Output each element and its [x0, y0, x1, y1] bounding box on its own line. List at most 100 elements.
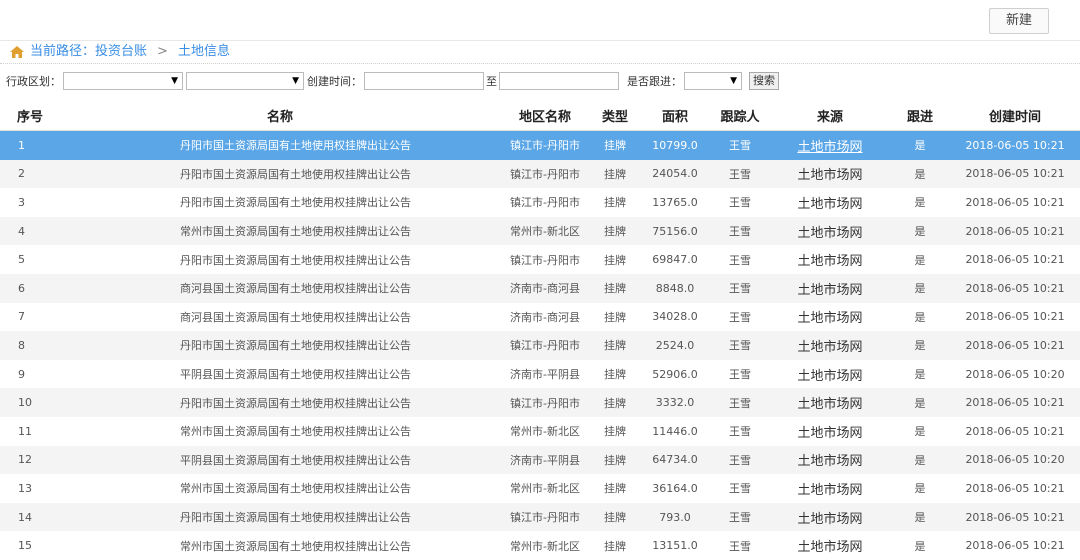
region-label: 行政区划： — [6, 75, 61, 88]
table-row[interactable]: 15 常州市国土资源局国有土地使用权挂牌出让公告 常州市-新北区 挂牌 13151.0 王… — [0, 531, 1080, 560]
filter-bar: 行政区划： ▼ ▼ 创建时间： 至 是否跟进： ▼ 搜索 — [0, 68, 1080, 94]
cell-index: 14 — [0, 502, 60, 532]
cell-tracker: 王雪 — [729, 482, 751, 496]
cell-created: 2018-06-05 10:20 — [965, 367, 1065, 381]
header-name[interactable]: 名称 — [60, 100, 500, 131]
header-area[interactable]: 面积 — [640, 100, 710, 131]
cell-source[interactable]: 土地市场网 — [770, 502, 890, 532]
chevron-down-icon: ▼ — [292, 76, 299, 86]
header-index[interactable]: 序号 — [0, 100, 60, 131]
new-button[interactable]: 新建 — [989, 8, 1049, 34]
cell-follow: 是 — [890, 130, 950, 160]
header-created[interactable]: 创建时间 — [950, 100, 1080, 131]
cell-source[interactable]: 土地市场网 — [770, 388, 890, 417]
cell-follow: 是 — [914, 368, 926, 382]
chevron-down-icon: ▼ — [171, 76, 178, 86]
cell-source[interactable]: 土地市场网 — [770, 417, 890, 446]
table-row[interactable]: 2 丹阳市国土资源局国有土地使用权挂牌出让公告 镇江市-丹阳市 挂牌 24054.0 王雪… — [0, 159, 1080, 189]
cell-index: 12 — [0, 445, 60, 475]
cell-type: 挂牌 — [604, 310, 626, 324]
cell-tracker: 王雪 — [729, 310, 751, 324]
cell-area: 2524.0 — [640, 331, 710, 360]
cell-source[interactable]: 土地市场网 — [770, 159, 890, 189]
cell-created: 2018-06-05 10:21 — [965, 253, 1065, 267]
cell-source[interactable]: 土地市场网 — [770, 245, 890, 274]
cell-source[interactable]: 土地市场网 — [770, 360, 890, 389]
table-row[interactable]: 12 平阴县国土资源局国有土地使用权挂牌出让公告 济南市-平阴县 挂牌 64734.0 王… — [0, 445, 1080, 475]
header-type[interactable]: 类型 — [590, 100, 640, 131]
cell-type: 挂牌 — [590, 388, 640, 417]
cell-follow: 是 — [890, 331, 950, 360]
province-select[interactable]: ▼ — [63, 72, 183, 90]
cell-index: 15 — [18, 539, 32, 553]
cell-area: 36164.0 — [652, 481, 698, 495]
cell-follow: 是 — [914, 539, 926, 553]
table-row[interactable]: 8 丹阳市国土资源局国有土地使用权挂牌出让公告 镇江市-丹阳市 挂牌 2524.0 王雪土… — [0, 331, 1080, 360]
to-label: 至 — [486, 75, 497, 88]
cell-source[interactable]: 土地市场网 — [770, 474, 890, 503]
table-row[interactable]: 13 常州市国土资源局国有土地使用权挂牌出让公告 常州市-新北区 挂牌 36164.0 王… — [0, 474, 1080, 503]
cell-created: 2018-06-05 10:21 — [965, 424, 1065, 438]
created-start-input[interactable] — [364, 72, 484, 90]
breadcrumb-item-ledger[interactable]: 投资台账 — [95, 41, 147, 63]
cell-name: 丹阳市国土资源局国有土地使用权挂牌出让公告 — [180, 196, 411, 210]
cell-tracker: 王雪 — [710, 502, 770, 532]
table-row[interactable]: 9 平阴县国土资源局国有土地使用权挂牌出让公告 济南市-平阴县 挂牌 52906.0 王雪… — [0, 360, 1080, 389]
cell-source[interactable]: 土地市场网 — [770, 216, 890, 246]
created-end-input[interactable] — [499, 72, 619, 90]
cell-source[interactable]: 土地市场网 — [770, 303, 890, 332]
header-region[interactable]: 地区名称 — [500, 100, 590, 131]
cell-area: 3332.0 — [640, 388, 710, 417]
cell-source[interactable]: 土地市场网 — [770, 331, 890, 360]
breadcrumb: 当前路径： 投资台账 > 土地信息 — [0, 40, 1080, 64]
cell-index: 5 — [18, 253, 25, 267]
table-row[interactable]: 14 丹阳市国土资源局国有土地使用权挂牌出让公告 镇江市-丹阳市 挂牌 793.0 王雪土… — [0, 502, 1080, 532]
table-row[interactable]: 1 丹阳市国土资源局国有土地使用权挂牌出让公告 镇江市-丹阳市 挂牌 10799.0 王雪… — [0, 130, 1080, 160]
cell-source[interactable]: 土地市场网 — [770, 130, 890, 160]
cell-type: 挂牌 — [590, 216, 640, 246]
cell-type: 挂牌 — [604, 368, 626, 382]
header-follow[interactable]: 跟进 — [890, 100, 950, 131]
cell-follow: 是 — [914, 253, 926, 267]
cell-tracker: 王雪 — [710, 445, 770, 475]
cell-region: 镇江市-丹阳市 — [510, 196, 580, 210]
cell-follow: 是 — [890, 159, 950, 189]
cell-tracker: 王雪 — [729, 539, 751, 553]
table-row[interactable]: 3 丹阳市国土资源局国有土地使用权挂牌出让公告 镇江市-丹阳市 挂牌 13765.0 王雪… — [0, 188, 1080, 217]
cell-created: 2018-06-05 10:21 — [950, 273, 1080, 303]
cell-area: 75156.0 — [640, 216, 710, 246]
cell-region: 常州市-新北区 — [510, 482, 580, 496]
cell-index: 10 — [0, 388, 60, 417]
table-row[interactable]: 4 常州市国土资源局国有土地使用权挂牌出让公告 常州市-新北区 挂牌 75156.0 王雪… — [0, 216, 1080, 246]
follow-select[interactable]: ▼ — [684, 72, 742, 90]
header-tracker[interactable]: 跟踪人 — [710, 100, 770, 131]
cell-name: 商河县国土资源局国有土地使用权挂牌出让公告 — [180, 310, 411, 324]
table-row[interactable]: 6 商河县国土资源局国有土地使用权挂牌出让公告 济南市-商河县 挂牌 8848.0 王雪土… — [0, 273, 1080, 303]
breadcrumb-item-land-info[interactable]: 土地信息 — [178, 41, 230, 63]
cell-name: 常州市国土资源局国有土地使用权挂牌出让公告 — [180, 482, 411, 496]
table-row[interactable]: 7 商河县国土资源局国有土地使用权挂牌出让公告 济南市-商河县 挂牌 34028.0 王雪… — [0, 303, 1080, 332]
cell-tracker: 王雪 — [710, 273, 770, 303]
table-row[interactable]: 11 常州市国土资源局国有土地使用权挂牌出让公告 常州市-新北区 挂牌 11446.0 王… — [0, 417, 1080, 446]
cell-region: 济南市-平阴县 — [500, 445, 590, 475]
header-source[interactable]: 来源 — [770, 100, 890, 131]
cell-area: 34028.0 — [652, 310, 698, 324]
cell-name: 丹阳市国土资源局国有土地使用权挂牌出让公告 — [60, 502, 500, 532]
created-time-label: 创建时间： — [307, 75, 362, 88]
cell-index: 4 — [0, 216, 60, 246]
cell-name: 常州市国土资源局国有土地使用权挂牌出让公告 — [180, 539, 411, 553]
cell-created: 2018-06-05 10:21 — [965, 195, 1065, 209]
table-row[interactable]: 10 丹阳市国土资源局国有土地使用权挂牌出让公告 镇江市-丹阳市 挂牌 3332.0 王雪… — [0, 388, 1080, 417]
city-select[interactable]: ▼ — [186, 72, 304, 90]
cell-region: 济南市-商河县 — [510, 310, 580, 324]
cell-source[interactable]: 土地市场网 — [770, 531, 890, 560]
cell-index: 2 — [0, 159, 60, 189]
cell-type: 挂牌 — [590, 331, 640, 360]
cell-type: 挂牌 — [590, 273, 640, 303]
cell-source[interactable]: 土地市场网 — [770, 273, 890, 303]
search-button[interactable]: 搜索 — [749, 72, 779, 90]
cell-source[interactable]: 土地市场网 — [770, 445, 890, 475]
chevron-down-icon: ▼ — [730, 76, 737, 86]
table-row[interactable]: 5 丹阳市国土资源局国有土地使用权挂牌出让公告 镇江市-丹阳市 挂牌 69847.0 王雪… — [0, 245, 1080, 274]
cell-source[interactable]: 土地市场网 — [770, 188, 890, 217]
